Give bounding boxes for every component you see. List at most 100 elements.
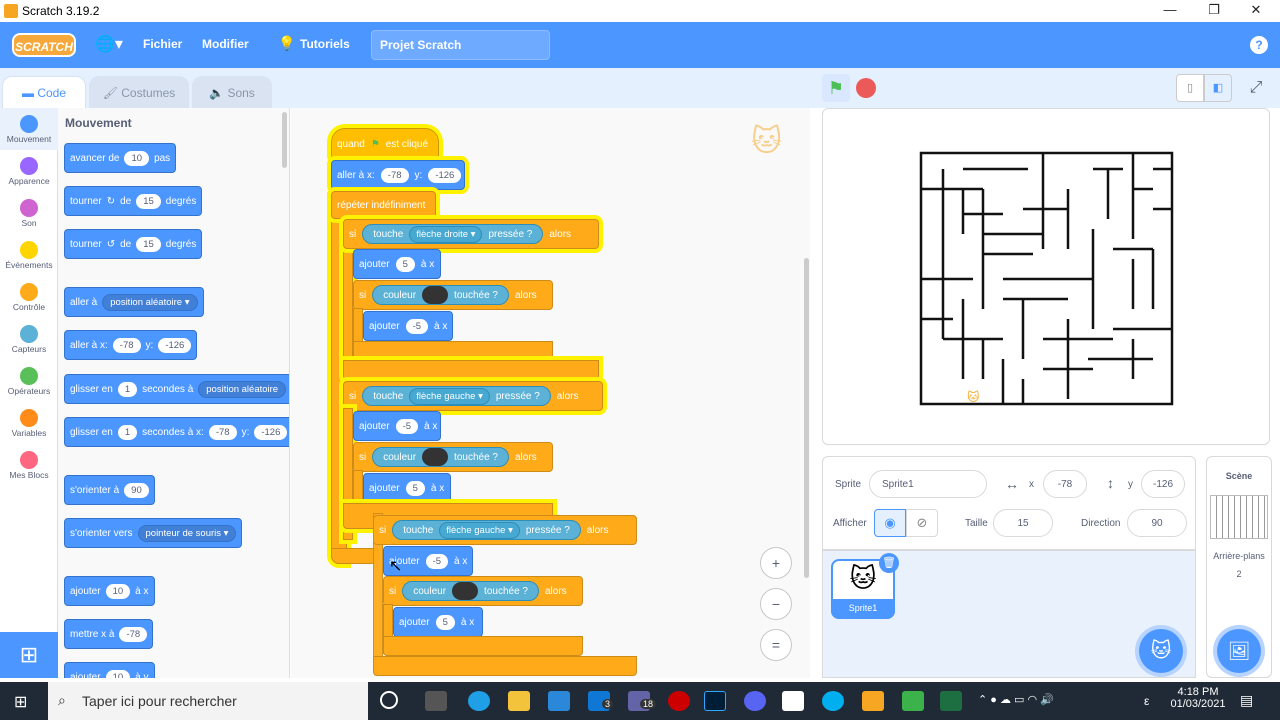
y-input[interactable]: -126: [1141, 470, 1185, 498]
if-right-bottom: [343, 360, 599, 380]
app-green-icon[interactable]: [902, 691, 924, 711]
language-globe-icon[interactable]: 🌐▾: [95, 34, 123, 54]
category-looks[interactable]: Apparence: [0, 150, 58, 186]
task-view-icon[interactable]: [380, 691, 398, 709]
category-motion[interactable]: Mouvement: [0, 108, 58, 150]
block-turn-left[interactable]: tourner ↺ de 15 degrés: [64, 229, 203, 259]
maximize-button[interactable]: ❐: [1194, 2, 1234, 20]
change-x-block[interactable]: ajouter -5 à x: [363, 311, 453, 341]
excel-icon[interactable]: [940, 691, 962, 711]
app-l-icon[interactable]: [782, 691, 804, 711]
category-events[interactable]: Événements: [0, 234, 58, 270]
files-icon[interactable]: 18: [628, 691, 657, 711]
hide-eye-icon[interactable]: ⊘: [906, 509, 938, 537]
if-left-key-block[interactable]: si touche flèche gauche ▾ pressée ? alors: [343, 381, 603, 411]
tab-costumes[interactable]: 🖌 Costumes: [89, 76, 189, 108]
category-control[interactable]: Contrôle: [0, 276, 58, 312]
add-backdrop-icon[interactable]: 🖼: [1217, 629, 1261, 673]
notifications-icon[interactable]: ▤: [1240, 692, 1253, 709]
change-x-block[interactable]: ajouter -5 à x: [353, 411, 441, 441]
zoom-out-button[interactable]: −: [760, 588, 792, 620]
x-input[interactable]: -78: [1043, 470, 1087, 498]
hat-green-flag-block[interactable]: quand ⚑ est cliqué: [331, 128, 439, 160]
trash-icon[interactable]: 🗑: [879, 553, 899, 573]
block-goto-menu[interactable]: aller à position aléatoire ▾: [64, 287, 204, 317]
windows-start-icon[interactable]: ⊞: [14, 692, 27, 712]
menu-file[interactable]: Fichier: [143, 37, 182, 51]
stage-header: ⚑ ▯ ◧ ⤢: [810, 68, 1280, 108]
file-explorer-icon[interactable]: [508, 691, 530, 711]
touching-color-sensor: couleur touchée ?: [372, 285, 509, 305]
small-stage-icon[interactable]: ▯: [1176, 74, 1204, 102]
direction-input[interactable]: 90: [1127, 509, 1187, 537]
scratch-logo[interactable]: SCRATCH: [12, 33, 76, 57]
scratch-taskbar-icon[interactable]: [862, 691, 884, 711]
discord-icon[interactable]: [744, 691, 766, 711]
rotate-right-icon: ↻: [106, 195, 116, 207]
tab-code[interactable]: ▬ Code: [2, 76, 86, 108]
zoom-in-button[interactable]: +: [760, 547, 792, 579]
add-extension-icon[interactable]: ⊞: [0, 632, 58, 678]
lightbulb-icon: 💡: [278, 35, 296, 51]
edge-icon[interactable]: [468, 691, 490, 711]
project-title-input[interactable]: Projet Scratch: [371, 30, 550, 60]
block-turn-right[interactable]: tourner ↻ de 15 degrés: [64, 186, 203, 216]
block-change-x[interactable]: ajouter 10 à x: [64, 576, 155, 606]
dragged-change-x-block[interactable]: ajouter 5 à x: [393, 607, 483, 637]
zoom-reset-button[interactable]: =: [760, 629, 792, 661]
mail-icon[interactable]: 3: [588, 691, 614, 711]
minimize-button[interactable]: —: [1150, 2, 1190, 20]
block-change-y[interactable]: ajouter 10 à y: [64, 662, 155, 678]
goto-xy-block[interactable]: aller à x: -78 y: -126: [331, 160, 465, 190]
block-glide-menu[interactable]: glisser en 1 secondes à position aléatoire: [64, 374, 289, 404]
sprite-name-input[interactable]: Sprite1: [869, 470, 987, 498]
workspace-scrollbar[interactable]: [804, 258, 809, 578]
block-move-steps[interactable]: avancer de 10 pas: [64, 143, 177, 173]
help-icon[interactable]: ?: [1250, 36, 1268, 54]
menu-edit[interactable]: Modifier: [202, 37, 249, 51]
category-my-blocks[interactable]: Mes Blocs: [0, 444, 58, 480]
forever-block[interactable]: répéter indéfiniment: [331, 191, 436, 219]
tray-icons[interactable]: ⌃ ● ☁ ▭ ◠ 🔊: [978, 693, 1054, 706]
maze-drawing: 🐱: [919, 151, 1174, 406]
store-icon[interactable]: [548, 691, 570, 711]
block-goto-xy[interactable]: aller à x: -78 y: -126: [64, 330, 198, 360]
taskbar-search-input[interactable]: ⌕ Taper ici pour rechercher: [48, 682, 368, 720]
stage-selector[interactable]: Scène Arrière-plans 2 🖼: [1206, 456, 1272, 678]
category-operators[interactable]: Opérateurs: [0, 360, 58, 396]
stage-canvas[interactable]: 🐱: [822, 108, 1270, 445]
task-manager-icon[interactable]: [425, 691, 447, 711]
dragged-if-touch-color-block[interactable]: si couleur touchée ? alors: [383, 576, 583, 606]
clock[interactable]: 4:18 PM 01/03/2021: [1168, 686, 1228, 710]
add-sprite-icon[interactable]: 🐱: [1139, 629, 1183, 673]
size-input[interactable]: 15: [993, 509, 1053, 537]
stop-icon[interactable]: [856, 78, 876, 98]
skype-icon[interactable]: [822, 691, 844, 711]
close-window-button[interactable]: ✕: [1236, 2, 1276, 20]
green-flag-icon[interactable]: ⚑: [822, 74, 850, 102]
block-point-towards[interactable]: s'orienter vers pointeur de souris ▾: [64, 518, 243, 548]
category-variables[interactable]: Variables: [0, 402, 58, 438]
if-touch-color-block[interactable]: si couleur touchée ? alors: [353, 442, 553, 472]
dragged-if-left-key-block[interactable]: si touche flèche gauche ▾ pressée ? alors: [373, 515, 637, 545]
if-touch-color-block[interactable]: si couleur touchée ? alors: [353, 280, 553, 310]
input-language[interactable]: ε: [1144, 694, 1149, 708]
menu-tutorials[interactable]: Tutoriels: [300, 37, 350, 51]
change-x-block[interactable]: ajouter 5 à x: [353, 249, 441, 279]
fullscreen-icon[interactable]: ⤢: [1242, 74, 1270, 102]
palette-scrollbar[interactable]: [282, 112, 287, 168]
category-sound[interactable]: Son: [0, 192, 58, 228]
photoshop-icon[interactable]: [704, 691, 726, 711]
opera-icon[interactable]: [668, 691, 690, 711]
large-stage-icon[interactable]: ◧: [1204, 74, 1232, 102]
if-right-key-block[interactable]: si touche flèche droite ▾ pressée ? alors: [343, 219, 599, 249]
block-point-direction[interactable]: s'orienter à 90: [64, 475, 155, 505]
palette-heading: Mouvement: [65, 116, 132, 130]
script-workspace[interactable]: quand ⚑ est cliqué aller à x: -78 y: -126 rép…: [291, 108, 810, 678]
category-sensing[interactable]: Capteurs: [0, 318, 58, 354]
block-glide-xy[interactable]: glisser en 1 secondes à x: -78 y: -126: [64, 417, 289, 447]
tab-sounds[interactable]: 🔈 Sons: [192, 76, 272, 108]
show-eye-icon[interactable]: ◉: [874, 509, 906, 537]
change-x-block[interactable]: ajouter 5 à x: [363, 473, 451, 503]
block-set-x[interactable]: mettre x à -78: [64, 619, 154, 649]
